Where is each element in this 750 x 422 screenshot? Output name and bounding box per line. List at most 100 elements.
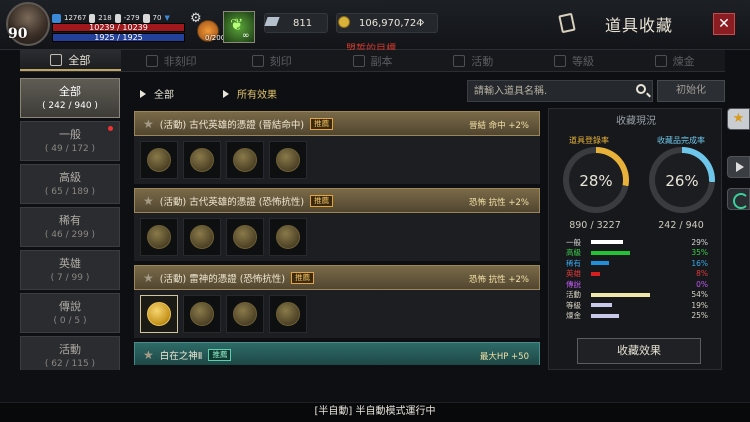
grade-item-hero[interactable]: 英雄 ( 7 / 99 )	[20, 250, 120, 290]
collection-effect: 晉結 命中 +2%	[468, 121, 529, 131]
auto-mode-status: [半自動] 半自動模式運行中	[0, 402, 750, 422]
star-icon[interactable]: ★	[143, 271, 154, 285]
helmet-icon	[114, 13, 121, 23]
grade-rate-value: 29%	[691, 237, 708, 247]
grade-name: 高級	[59, 171, 81, 184]
grade-rate-label: 稀有	[566, 258, 581, 268]
collection-title: 白在之神Ⅱ	[159, 350, 203, 362]
grade-rate-value: 16%	[691, 258, 708, 268]
completion-rate-value: 26%	[665, 172, 699, 190]
item-slot[interactable]	[140, 141, 178, 179]
grade-name: 傳說	[59, 300, 81, 313]
category-tabs: 全部 非刻印 刻印 副本 活動 等級 煉金	[20, 50, 725, 72]
collection-group-header[interactable]: ★ (活動) 古代英雄的憑證 (晉結命中) 推薦 晉結 命中 +2%	[134, 111, 540, 136]
effect-filter[interactable]: 所有效果	[223, 86, 277, 101]
collection-group[interactable]: ★ (活動) 古代英雄的憑證 (恐怖抗性) 推薦 恐怖 抗性 +2%	[134, 188, 540, 261]
collection-group-header[interactable]: ★ (活動) 古代英雄的憑證 (恐怖抗性) 推薦 恐怖 抗性 +2%	[134, 188, 540, 213]
item-slot[interactable]	[226, 141, 264, 179]
tab-engraved[interactable]: 刻印	[221, 50, 322, 71]
coin-icon	[276, 148, 300, 172]
collection-effect: 最大HP +50	[479, 352, 529, 362]
trophy-icon	[142, 13, 150, 23]
grade-rate-label: 活動	[566, 290, 581, 300]
flower-icon	[654, 54, 667, 67]
star-icon[interactable]: ★	[143, 117, 154, 131]
grade-count: ( 0 / 5 )	[53, 316, 87, 326]
grade-rate-row: 英雄 8%	[566, 269, 718, 280]
crystal-amount: 811	[293, 17, 313, 29]
grade-item-legend[interactable]: 傳說 ( 0 / 5 )	[20, 293, 120, 333]
item-slot[interactable]	[140, 218, 178, 256]
item-slot[interactable]	[183, 295, 221, 333]
reset-button[interactable]: 初始化	[657, 80, 725, 102]
collection-effect-button[interactable]: 收藏效果	[577, 338, 701, 364]
collection-group[interactable]: ★ (活動) 古代英雄的憑證 (晉結命中) 推薦 晉結 命中 +2%	[134, 111, 540, 184]
item-slot[interactable]	[226, 218, 264, 256]
swirl-icon[interactable]	[727, 188, 750, 210]
item-slot[interactable]	[183, 218, 221, 256]
tab-alchemy[interactable]: 煉金	[624, 50, 725, 71]
grade-rate-row: 稀有 16%	[566, 258, 718, 269]
grade-rate-bar	[591, 303, 612, 308]
item-slot[interactable]	[269, 218, 307, 256]
tab-label: 煉金	[672, 54, 695, 68]
star-icon[interactable]: ★	[727, 108, 750, 130]
chevron-right-icon[interactable]: ›	[420, 15, 425, 29]
grade-name: 英雄	[59, 257, 81, 270]
star-icon[interactable]: ★	[143, 348, 154, 362]
search-icon[interactable]	[636, 84, 646, 94]
tab-event[interactable]: 活動	[423, 50, 524, 71]
item-slot[interactable]	[183, 141, 221, 179]
coin-icon	[190, 225, 214, 249]
grade-item-event[interactable]: 活動 ( 62 / 115 )	[20, 336, 120, 370]
star-icon[interactable]: ★	[143, 194, 154, 208]
tab-level[interactable]: 等級	[524, 50, 625, 71]
collection-group-header[interactable]: ★ 白在之神Ⅱ 推薦 最大HP +50	[134, 342, 540, 365]
grade-rate-label: 英雄	[566, 269, 581, 279]
shield-icon	[553, 54, 566, 67]
grade-rate-value: 8%	[696, 269, 708, 279]
item-slot[interactable]	[269, 295, 307, 333]
item-slot[interactable]	[226, 295, 264, 333]
sword-icon	[89, 13, 96, 23]
player-stats: 12767 218 -279 70 ▼	[52, 13, 170, 23]
play-icon[interactable]	[727, 156, 750, 178]
collection-title: (活動) 古代英雄的憑證 (晉結命中)	[159, 119, 305, 131]
grade-rate-list: 一般 29% 高級 35% 稀有 16% 英雄 8% 傳說 0% 活動 54% 等級 19% 煉金 25%	[566, 237, 718, 321]
top-bar: 90 12767 218 -279 70 ▼ 10239 / 10239 192…	[0, 0, 750, 55]
shield-icon	[145, 54, 158, 67]
tab-non-engraved[interactable]: 非刻印	[121, 50, 222, 71]
grade-item-common[interactable]: 一般 ( 49 / 172 )	[20, 121, 120, 161]
grade-count: ( 65 / 189 )	[44, 187, 96, 197]
grade-item-advanced[interactable]: 高級 ( 65 / 189 )	[20, 164, 120, 204]
grade-rate-label: 一般	[566, 237, 581, 247]
item-slot[interactable]	[140, 295, 178, 333]
book-icon	[50, 53, 63, 66]
coin-icon	[276, 225, 300, 249]
collection-item-row	[134, 136, 540, 184]
coin-icon	[276, 302, 300, 326]
collection-group-header[interactable]: ★ (活動) 雷神的憑證 (恐怖抗性) 推薦 恐怖 抗性 +2%	[134, 265, 540, 290]
tab-label: 非刻印	[163, 54, 197, 68]
coin-icon	[190, 302, 214, 326]
grade-rate-row: 活動 54%	[566, 290, 718, 301]
collection-effect: 恐怖 抗性 +2%	[468, 198, 529, 208]
grade-item-rare[interactable]: 稀有 ( 46 / 299 )	[20, 207, 120, 247]
item-slot[interactable]	[269, 141, 307, 179]
grade-rate-label: 高級	[566, 248, 581, 258]
grade-item-all[interactable]: 全部 ( 242 / 940 )	[20, 78, 120, 118]
grade-rate-value: 19%	[691, 300, 708, 310]
gold-coin-icon	[338, 16, 350, 28]
search-input[interactable]	[467, 80, 653, 102]
collection-group[interactable]: ★ (活動) 雷神的憑證 (恐怖抗性) 推薦 恐怖 抗性 +2%	[134, 265, 540, 338]
category-filter[interactable]: 全部	[140, 86, 174, 101]
collection-list[interactable]: ★ (活動) 古代英雄的憑證 (晉結命中) 推薦 晉結 命中 +2% ★ (活動) 古代英…	[134, 111, 540, 365]
hp-bar: 10239 / 10239	[52, 23, 185, 32]
tab-dungeon[interactable]: 副本	[322, 50, 423, 71]
collection-group[interactable]: ★ 白在之神Ⅱ 推薦 最大HP +50	[134, 342, 540, 365]
grade-rate-bar	[591, 292, 650, 297]
close-button[interactable]: ✕	[713, 13, 735, 35]
tab-all[interactable]: 全部	[20, 50, 121, 71]
dropdown-arrow-icon[interactable]: ▼	[164, 14, 169, 22]
gold-amount: 106,970,724	[359, 17, 423, 29]
